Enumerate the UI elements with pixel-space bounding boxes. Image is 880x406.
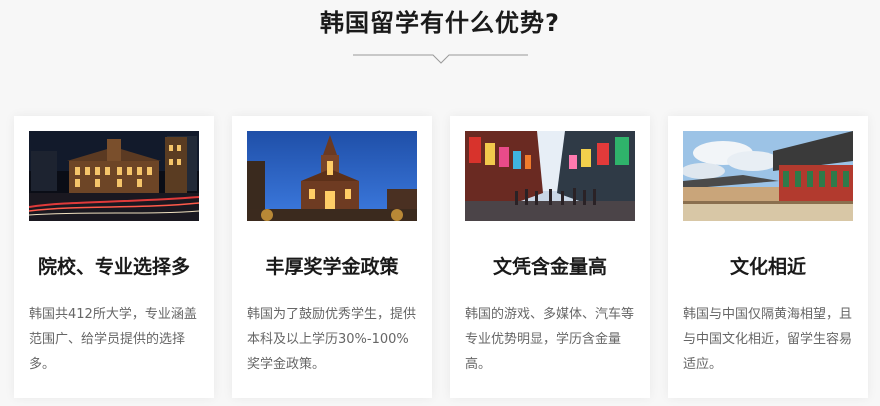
card-heading: 文化相近 xyxy=(729,256,806,278)
advantage-card-diploma: 文凭含金量高 韩国的游戏、多媒体、汽车等专业优势明显，学历含金量高。 xyxy=(450,116,650,398)
traditional-hanok-photo xyxy=(683,131,853,221)
card-description: 韩国共412所大学，专业涵盖范围广、给学员提供的选择多。 xyxy=(29,307,197,372)
card-description: 韩国为了鼓励优秀学生，提供本科及以上学历30%-100%奖学金政策。 xyxy=(247,307,417,372)
section-title: 韩国留学有什么优势? xyxy=(320,9,560,37)
shopping-street-photo xyxy=(465,131,635,221)
card-heading: 院校、专业选择多 xyxy=(37,256,190,278)
advantage-card-scholarship: 丰厚奖学金政策 韩国为了鼓励优秀学生，提供本科及以上学历30%-100%奖学金政… xyxy=(232,116,432,398)
advantage-card-culture: 文化相近 韩国与中国仅隔黄海相望，且与中国文化相近，留学生容易适应。 xyxy=(668,116,868,398)
card-description: 韩国与中国仅隔黄海相望，且与中国文化相近，留学生容易适应。 xyxy=(683,307,853,372)
card-heading: 丰厚奖学金政策 xyxy=(265,256,399,278)
card-heading: 文凭含金量高 xyxy=(492,256,607,278)
cathedral-at-dusk-photo xyxy=(247,131,417,221)
title-divider xyxy=(353,54,528,64)
night-city-building-photo xyxy=(29,131,199,221)
advantage-card-schools: 院校、专业选择多 韩国共412所大学，专业涵盖范围广、给学员提供的选择多。 xyxy=(14,116,214,398)
card-description: 韩国的游戏、多媒体、汽车等专业优势明显，学历含金量高。 xyxy=(465,307,635,372)
